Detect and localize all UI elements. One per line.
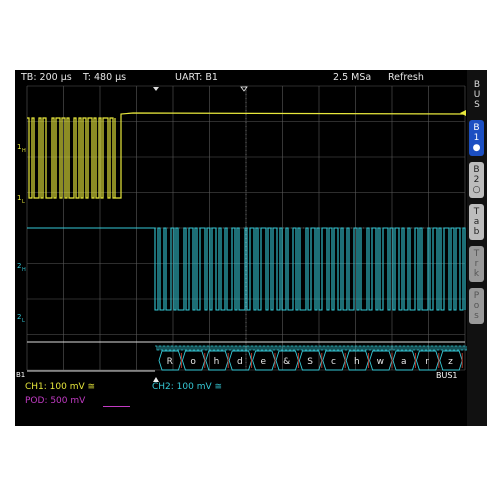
bus-softkey-menu: BUS B 1 ● B 2 ○ Ta b Tr k Po s bbox=[467, 70, 487, 426]
softkey-b2-char: ○ bbox=[472, 185, 481, 195]
pod-color-line bbox=[103, 406, 130, 407]
bus-bit-stream bbox=[155, 345, 467, 351]
softkey-pos-char: o bbox=[473, 301, 480, 311]
oscilloscope-screen: TB: 200 µs T: 480 µs UART: B1 2.5 MSa Re… bbox=[15, 70, 487, 426]
bus-b1-marker: B1 bbox=[16, 371, 25, 379]
softkey-pos-button[interactable]: Pos bbox=[469, 288, 484, 324]
ch1-trigger-level bbox=[460, 110, 466, 116]
bus-frame-label: o bbox=[190, 357, 196, 367]
softkey-tab-char: a bbox=[473, 217, 480, 227]
bus-frame-label: h bbox=[354, 357, 360, 367]
softkey-b2-button[interactable]: B 2 ○ bbox=[469, 162, 484, 198]
softkey-b1-char: 1 bbox=[473, 133, 480, 143]
bus-frame-label: e bbox=[261, 357, 267, 367]
ch1-low-marker-sub: L bbox=[22, 199, 25, 205]
menu-title: BUS bbox=[473, 80, 481, 110]
softkey-pos-char: P bbox=[473, 291, 480, 301]
bus-frame-label: z bbox=[448, 357, 453, 367]
softkey-tab-button[interactable]: Tab bbox=[469, 204, 484, 240]
softkey-trk-char: r bbox=[474, 259, 479, 269]
channel-settings-bar: CH1: 100 mV ≅ CH2: 100 mV ≅ POD: 500 mV bbox=[15, 380, 465, 426]
bus-frame-label: h bbox=[214, 357, 220, 367]
ch1-low-marker: 1 bbox=[17, 194, 21, 202]
bus-decode-trace: Ro h d e & Sc h w a r z bbox=[27, 341, 467, 372]
ch2-high-marker: 2 bbox=[17, 262, 21, 270]
softkey-tab-char: T bbox=[473, 207, 480, 217]
softkey-trk-button[interactable]: Trk bbox=[469, 246, 484, 282]
ch1-high-marker-sub: H bbox=[22, 148, 26, 154]
waveform-area: Ro h d e & Sc h w a r z 1 H1 L2 H2 LB1 BUS1 bbox=[16, 85, 467, 382]
softkey-trk-char: T bbox=[473, 249, 480, 259]
bus-frame-label: w bbox=[377, 357, 384, 367]
ch2-low-marker: 2 bbox=[17, 313, 21, 321]
bus-frame-label: c bbox=[331, 357, 336, 367]
bus-frame-label: a bbox=[401, 357, 407, 367]
bus-frame-label: R bbox=[167, 357, 173, 367]
softkey-b2-char: B bbox=[473, 165, 480, 175]
softkey-b2-char: 2 bbox=[473, 175, 480, 185]
ch1-high-marker: 1 bbox=[17, 143, 21, 151]
softkey-b1-char: ● bbox=[472, 143, 481, 153]
trigger-position-marker bbox=[153, 87, 159, 91]
softkey-b1-button[interactable]: B 1 ● bbox=[469, 120, 484, 156]
softkey-pos-char: s bbox=[474, 311, 479, 321]
ch2-high-marker-sub: H bbox=[22, 267, 26, 273]
ch2-low-marker-sub: L bbox=[22, 318, 25, 324]
softkey-b1-char: B bbox=[473, 123, 480, 133]
ch2-setting[interactable]: CH2: 100 mV ≅ bbox=[152, 382, 222, 392]
bus-frame-label: S bbox=[307, 357, 313, 367]
bus-frame-label: r bbox=[425, 357, 429, 367]
softkey-trk-char: k bbox=[473, 269, 480, 279]
bus-frame-label: d bbox=[237, 357, 243, 367]
ch1-setting[interactable]: CH1: 100 mV ≅ bbox=[25, 382, 95, 392]
pod-setting[interactable]: POD: 500 mV bbox=[25, 396, 85, 406]
bus1-label: BUS1 bbox=[436, 371, 458, 380]
softkey-tab-char: b bbox=[473, 227, 480, 237]
bus-frame-label: & bbox=[283, 357, 290, 367]
